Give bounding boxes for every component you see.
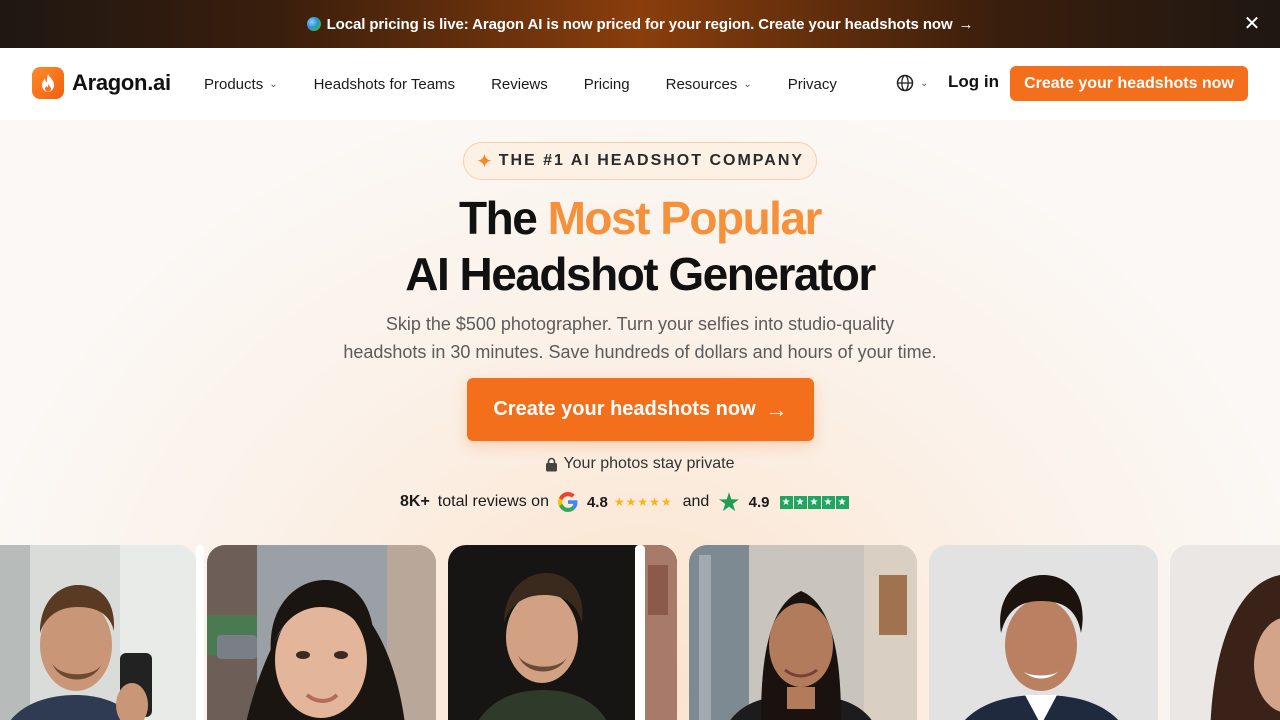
headshot-photo-5 [929, 545, 1158, 720]
nav-pricing[interactable]: Pricing [584, 76, 630, 93]
nav-teams-label: Headshots for Teams [313, 75, 456, 93]
reviews-summary: 8K+ total reviews on 4.8 ★★★★★ and ★ 4.9… [400, 488, 880, 516]
review-count: 8K+ [400, 493, 430, 510]
nav-headshots-for-teams[interactable]: Headshots for Teams [314, 76, 455, 93]
nav-resources-label: Resources [665, 75, 738, 93]
hero-cta-label: Create your headshots now [493, 398, 756, 420]
privacy-note: Your photos stay private [0, 455, 1280, 473]
close-icon[interactable]: ✕ [1242, 14, 1262, 34]
nav-pricing-label: Pricing [583, 75, 630, 93]
arrow-right-icon: → [958, 15, 974, 33]
nav-links: Products ⌄ Headshots for Teams Reviews P… [204, 48, 873, 120]
nav-privacy[interactable]: Privacy [788, 76, 837, 93]
headshot-photo-6 [1170, 545, 1280, 720]
trustpilot-star-icon: ★ [717, 487, 741, 517]
headline-part1: The [459, 192, 538, 244]
headline-accent: Most Popular [547, 192, 823, 244]
headshot-photo-2 [207, 545, 436, 720]
logo-text: Aragon.ai [72, 70, 171, 95]
nav-privacy-label: Privacy [787, 75, 837, 93]
company-badge: ✦ THE #1 AI HEADSHOT COMPANY [463, 142, 817, 180]
globe-icon [306, 17, 321, 31]
carousel-divider [196, 545, 204, 720]
headshot-photo-4 [689, 545, 917, 720]
headshot-carousel[interactable] [0, 545, 1280, 720]
google-rating: 4.8 [586, 493, 608, 511]
trustpilot-stars-icon: ★ ★ ★ ★ ★ [779, 495, 850, 509]
hero-headline: The Most Popular AI Headshot Generator [0, 190, 1280, 302]
headshot-photo-1 [0, 545, 196, 720]
nav-reviews[interactable]: Reviews [491, 76, 548, 93]
subtitle-line1: Skip the $500 photographer. Turn your se… [385, 314, 895, 334]
hero-create-headshots-button[interactable]: Create your headshots now → [467, 378, 814, 441]
nav-reviews-label: Reviews [491, 75, 548, 93]
chevron-down-icon: ⌄ [920, 77, 929, 89]
google-stars-icon: ★★★★★ [613, 495, 673, 509]
trustpilot-rating: 4.9 [748, 493, 770, 511]
nav-products[interactable]: Products ⌄ [204, 76, 278, 93]
logo[interactable]: Aragon.ai [32, 67, 171, 99]
nav-create-headshots-button[interactable]: Create your headshots now [1010, 66, 1248, 101]
reviews-and: and [682, 493, 710, 510]
sparkle-icon: ✦ [475, 150, 493, 173]
reviews-text: total reviews on [437, 493, 549, 510]
announcement-banner[interactable]: Local pricing is live: Aragon AI is now … [0, 0, 1280, 48]
nav-products-label: Products [204, 75, 264, 93]
chevron-down-icon: ⌄ [743, 78, 752, 90]
globe-outline-icon [896, 74, 914, 92]
badge-text: THE #1 AI HEADSHOT COMPANY [498, 152, 805, 169]
subtitle-line2: headshots in 30 minutes. Save hundreds o… [343, 342, 937, 362]
arrow-right-icon: → [765, 396, 788, 422]
comparison-slider-handle[interactable] [635, 545, 645, 720]
language-selector[interactable]: ⌄ [896, 74, 928, 92]
google-icon [557, 492, 578, 512]
hero-subtitle: Skip the $500 photographer. Turn your se… [300, 310, 980, 366]
lock-icon [546, 457, 558, 471]
nav-resources[interactable]: Resources ⌄ [666, 76, 752, 93]
headline-line2: AI Headshot Generator [405, 248, 876, 300]
chevron-down-icon: ⌄ [269, 78, 278, 90]
flame-logo-icon [32, 67, 64, 99]
top-nav: Aragon.ai Products ⌄ Headshots for Teams… [0, 48, 1280, 120]
login-link[interactable]: Log in [948, 72, 999, 92]
privacy-note-text: Your photos stay private [563, 455, 735, 472]
banner-text[interactable]: Local pricing is live: Aragon AI is now … [327, 16, 953, 33]
